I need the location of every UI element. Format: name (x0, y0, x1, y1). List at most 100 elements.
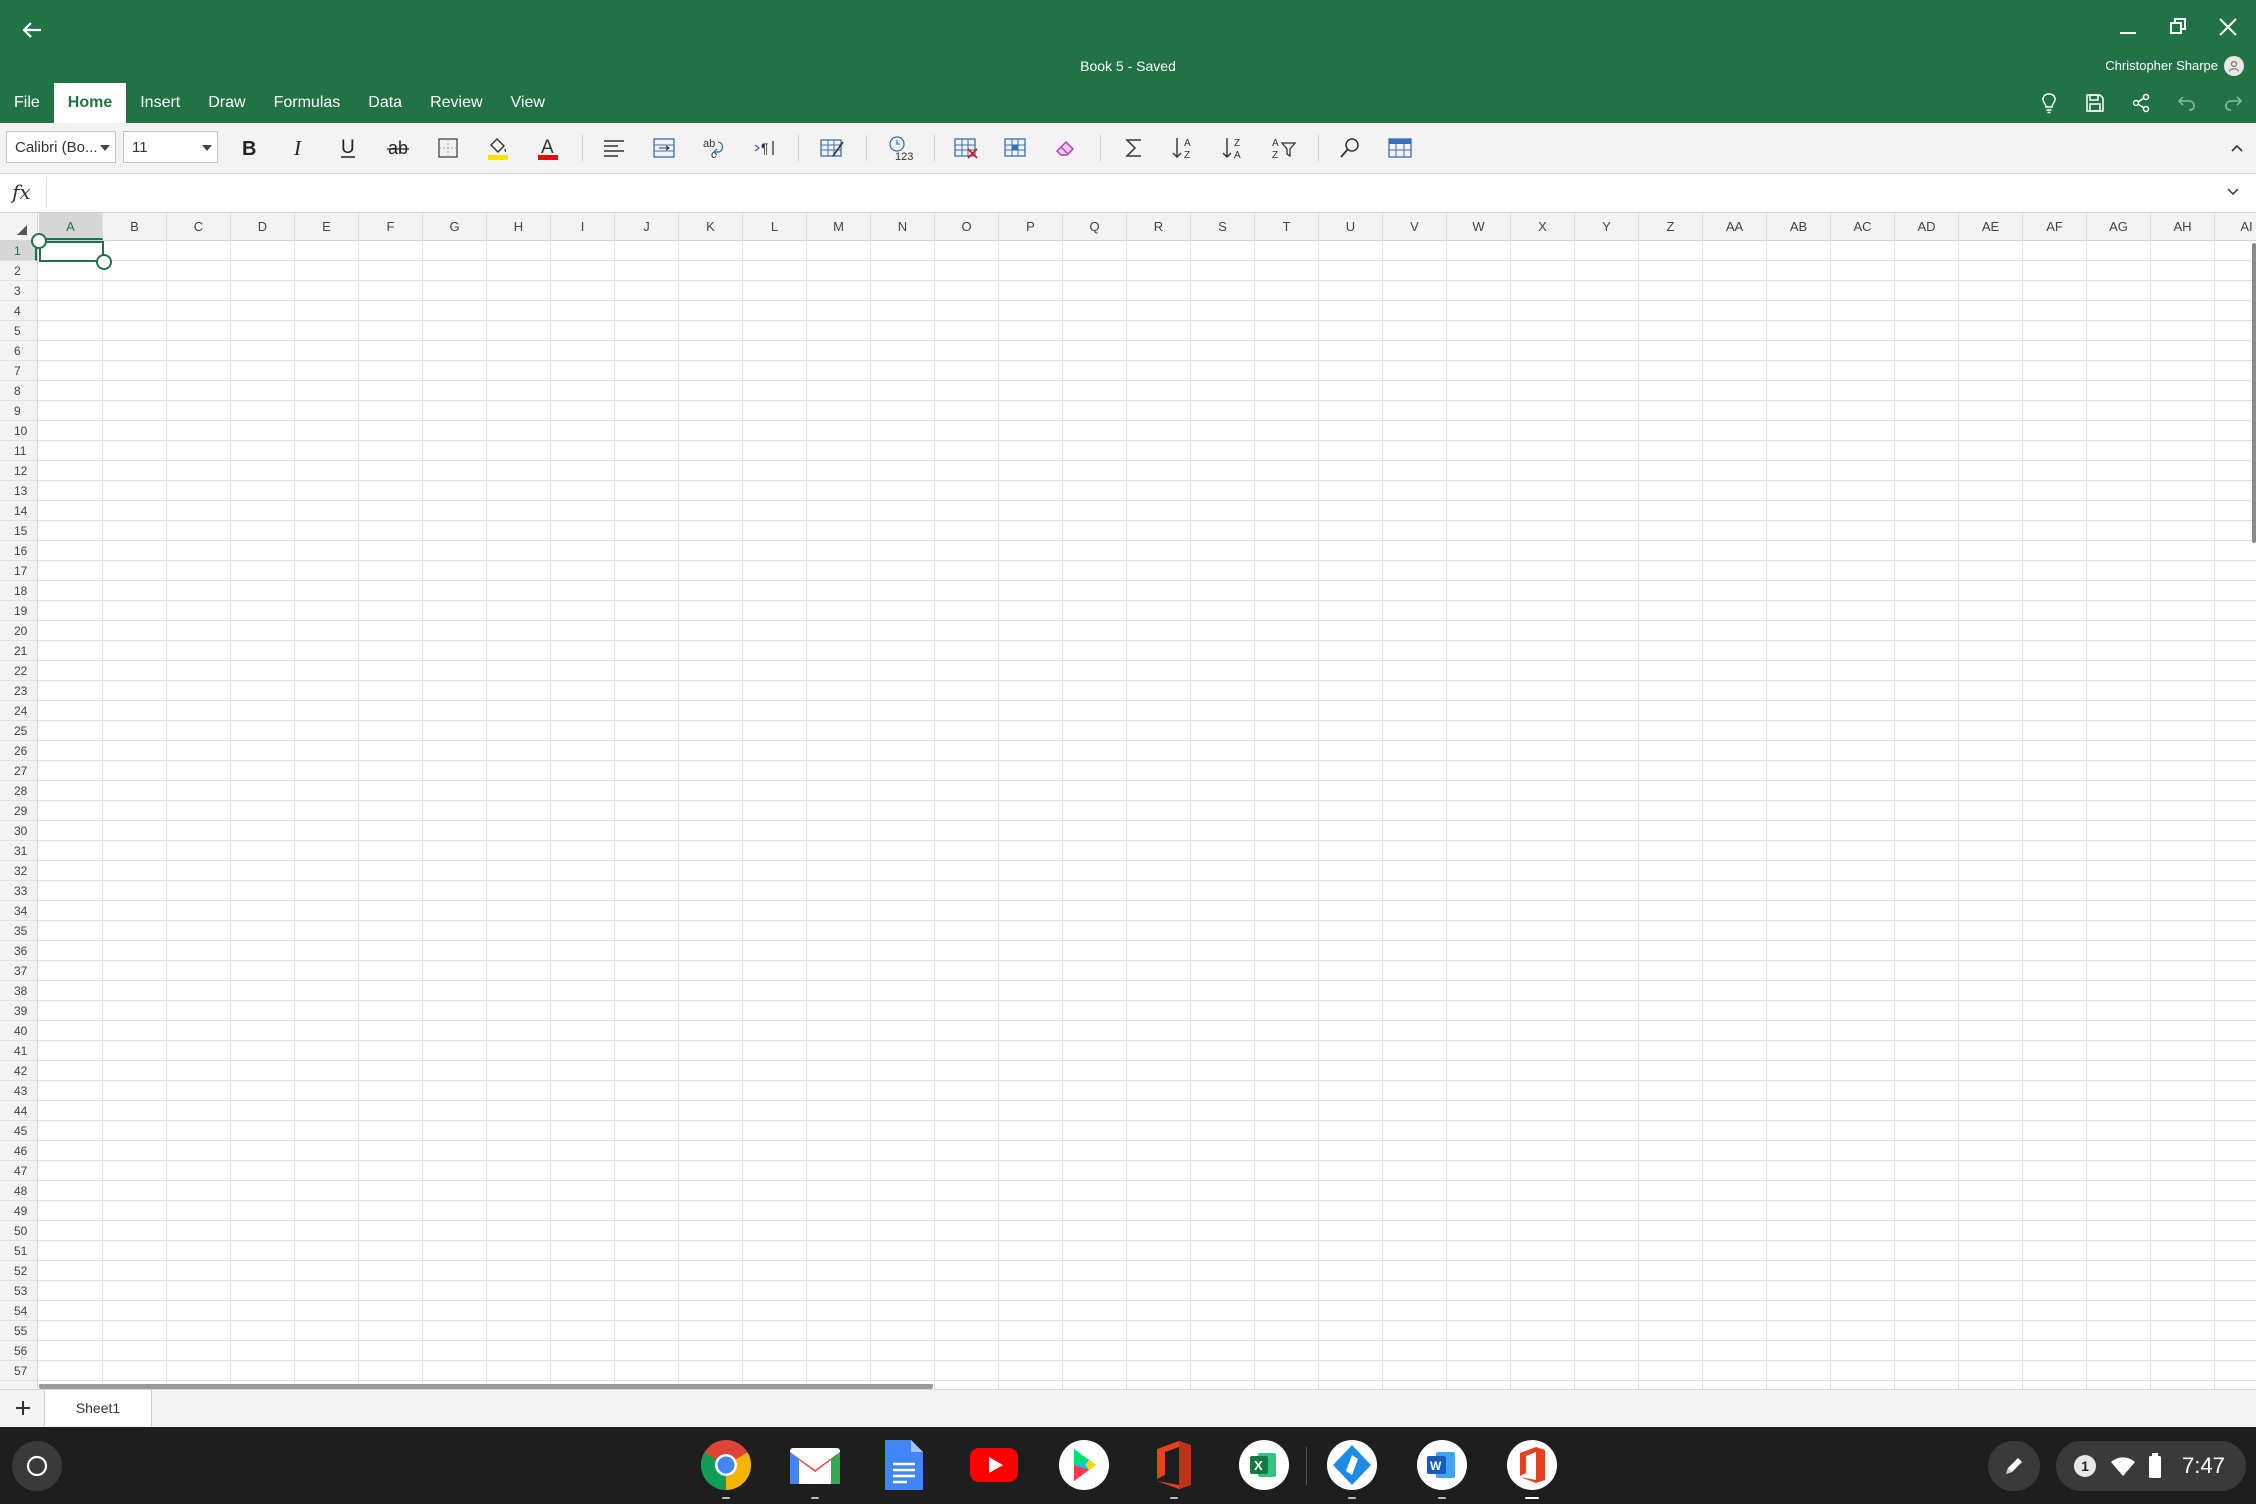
column-header-e[interactable]: E (295, 213, 359, 240)
row-header[interactable]: 46 (0, 1141, 37, 1161)
row-header[interactable]: 33 (0, 881, 37, 901)
row-header[interactable]: 43 (0, 1081, 37, 1101)
column-header-i[interactable]: I (551, 213, 615, 240)
column-header-ag[interactable]: AG (2087, 213, 2151, 240)
row-header[interactable]: 49 (0, 1201, 37, 1221)
row-header[interactable]: 40 (0, 1021, 37, 1041)
column-header-af[interactable]: AF (2023, 213, 2087, 240)
column-header-l[interactable]: L (743, 213, 807, 240)
shelf-app-app[interactable] (1324, 1437, 1380, 1499)
share-button[interactable] (2118, 88, 2164, 118)
row-header[interactable]: 31 (0, 841, 37, 861)
table-view-button[interactable] (1380, 131, 1420, 165)
column-header-ad[interactable]: AD (1895, 213, 1959, 240)
row-header[interactable]: 42 (0, 1061, 37, 1081)
column-header-s[interactable]: S (1191, 213, 1255, 240)
row-header[interactable]: 34 (0, 901, 37, 921)
borders-button[interactable] (428, 131, 468, 165)
row-header[interactable]: 57 (0, 1361, 37, 1381)
shelf-app-docs[interactable] (876, 1437, 932, 1493)
align-button[interactable] (594, 131, 634, 165)
clear-button[interactable] (1046, 131, 1086, 165)
expand-formula-button[interactable] (2226, 184, 2246, 204)
row-header[interactable]: 4 (0, 301, 37, 321)
row-header[interactable]: 8 (0, 381, 37, 401)
row-header[interactable]: 52 (0, 1261, 37, 1281)
row-header[interactable]: 5 (0, 321, 37, 341)
row-header[interactable]: 9 (0, 401, 37, 421)
row-header[interactable]: 17 (0, 561, 37, 581)
row-header[interactable]: 41 (0, 1041, 37, 1061)
collapse-ribbon-button[interactable] (2224, 138, 2250, 158)
shelf-app-word[interactable]: W (1414, 1437, 1470, 1499)
row-header[interactable]: 18 (0, 581, 37, 601)
row-header[interactable]: 23 (0, 681, 37, 701)
row-header[interactable]: 10 (0, 421, 37, 441)
tab-review[interactable]: Review (416, 83, 496, 123)
row-header[interactable]: 45 (0, 1121, 37, 1141)
row-header[interactable]: 35 (0, 921, 37, 941)
column-header-aa[interactable]: AA (1703, 213, 1767, 240)
column-header-d[interactable]: D (231, 213, 295, 240)
tell-me-button[interactable] (2026, 88, 2072, 118)
restore-button[interactable] (2160, 12, 2196, 42)
column-header-v[interactable]: V (1383, 213, 1447, 240)
row-header[interactable]: 26 (0, 741, 37, 761)
filter-button[interactable]: AZ (1264, 131, 1304, 165)
row-header[interactable]: 25 (0, 721, 37, 741)
shelf-app-chrome[interactable] (698, 1437, 754, 1499)
format-cells-button[interactable] (996, 131, 1036, 165)
column-header-ab[interactable]: AB (1767, 213, 1831, 240)
redo-button[interactable] (2210, 88, 2256, 118)
row-header[interactable]: 44 (0, 1101, 37, 1121)
shelf-app-office[interactable] (1146, 1437, 1202, 1499)
column-header-q[interactable]: Q (1063, 213, 1127, 240)
row-header[interactable]: 29 (0, 801, 37, 821)
column-header-z[interactable]: Z (1639, 213, 1703, 240)
row-header[interactable]: 11 (0, 441, 37, 461)
column-header-u[interactable]: U (1319, 213, 1383, 240)
shelf-app-office-hub[interactable] (1504, 1437, 1560, 1499)
selected-cell[interactable] (39, 241, 104, 262)
tab-formulas[interactable]: Formulas (260, 83, 355, 123)
sort-ascending-button[interactable]: AZ (1164, 131, 1204, 165)
shelf-app-excel[interactable]: X (1236, 1437, 1292, 1493)
font-name-combo[interactable]: Calibri (Bo... (6, 131, 116, 163)
number-format-button[interactable]: 123 (880, 131, 920, 165)
column-header-k[interactable]: K (679, 213, 743, 240)
sheet-tab[interactable]: Sheet1 (44, 1390, 152, 1426)
cell-area[interactable] (39, 241, 2256, 1389)
vertical-scrollbar[interactable] (2252, 243, 2256, 543)
row-header[interactable]: 30 (0, 821, 37, 841)
shelf-app-play-store[interactable] (1056, 1437, 1112, 1493)
row-header[interactable]: 53 (0, 1281, 37, 1301)
column-header-a[interactable]: A (39, 213, 103, 240)
row-header[interactable]: 28 (0, 781, 37, 801)
column-header-w[interactable]: W (1447, 213, 1511, 240)
column-header-ae[interactable]: AE (1959, 213, 2023, 240)
underline-button[interactable]: U (328, 131, 368, 165)
row-header[interactable]: 20 (0, 621, 37, 641)
tab-view[interactable]: View (497, 83, 559, 123)
formula-input[interactable] (52, 178, 2216, 210)
italic-button[interactable]: I (278, 131, 318, 165)
column-header-ah[interactable]: AH (2151, 213, 2215, 240)
column-header-f[interactable]: F (359, 213, 423, 240)
bold-button[interactable]: B (228, 131, 268, 165)
row-header[interactable]: 39 (0, 1001, 37, 1021)
autosum-button[interactable] (1114, 131, 1154, 165)
row-header[interactable]: 48 (0, 1181, 37, 1201)
stylus-tools-button[interactable] (1988, 1441, 2040, 1491)
row-header[interactable]: 55 (0, 1321, 37, 1341)
column-header-j[interactable]: J (615, 213, 679, 240)
column-header-r[interactable]: R (1127, 213, 1191, 240)
font-color-button[interactable]: A (528, 131, 568, 165)
tab-insert[interactable]: Insert (126, 83, 194, 123)
row-header[interactable]: 37 (0, 961, 37, 981)
fill-color-button[interactable] (478, 131, 518, 165)
back-button[interactable] (12, 10, 52, 50)
row-header[interactable]: 21 (0, 641, 37, 661)
status-tray[interactable]: 1 7:47 (2056, 1441, 2246, 1491)
find-button[interactable] (1330, 131, 1370, 165)
close-button[interactable] (2210, 12, 2246, 42)
